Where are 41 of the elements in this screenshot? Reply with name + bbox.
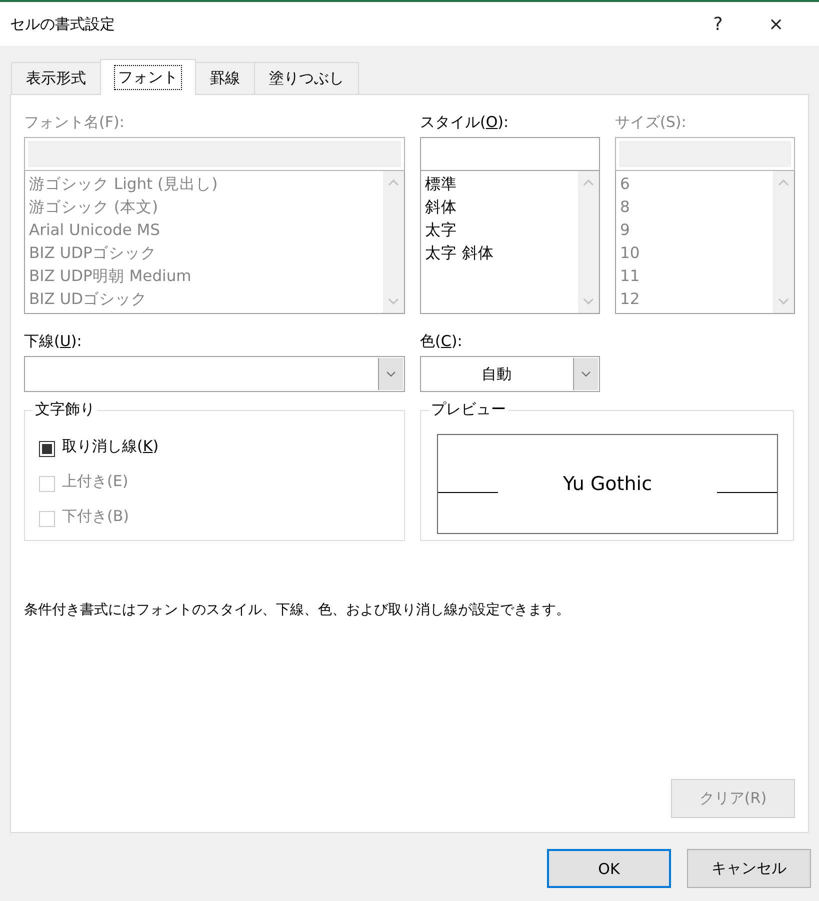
list-item[interactable]: 太字 斜体 <box>425 242 574 265</box>
scroll-up-icon[interactable] <box>778 179 789 186</box>
tab[interactable]: フォント <box>100 59 196 95</box>
list-item[interactable]: 斜体 <box>425 196 574 219</box>
scrollbar[interactable] <box>383 171 404 313</box>
checkbox-label: 取り消し線(K) <box>62 436 159 456</box>
field-label: 色(C): <box>420 332 464 352</box>
field-label: フォント名(F): <box>24 113 126 133</box>
scroll-down-icon[interactable] <box>388 298 399 305</box>
scroll-up-icon[interactable] <box>388 179 399 186</box>
checkbox[interactable] <box>39 440 55 456</box>
group-title: プレビュー <box>429 400 508 419</box>
checkbox-label: 上付き(E) <box>62 472 128 492</box>
checkbox-label: 下付き(B) <box>62 506 129 526</box>
underline-dropdown[interactable] <box>24 356 405 392</box>
scroll-down-icon[interactable] <box>778 298 789 305</box>
help-button[interactable]: ? <box>703 14 733 34</box>
note-text: 条件付き書式にはフォントのスタイル、下線、色、および取り消し線が設定できます。 <box>24 601 571 619</box>
field-label: 下線(U): <box>24 332 83 352</box>
input-field[interactable] <box>615 137 795 171</box>
close-button[interactable]: × <box>761 14 791 34</box>
list-item[interactable]: 標準 <box>425 173 574 196</box>
input-field[interactable] <box>24 137 405 171</box>
cancel-button[interactable]: キャンセル <box>687 849 811 888</box>
scroll-down-icon[interactable] <box>583 298 594 305</box>
ok-button[interactable]: OK <box>547 849 671 888</box>
field-label: サイズ(S): <box>615 113 688 133</box>
scroll-up-icon[interactable] <box>583 179 594 186</box>
caret-icon <box>581 371 591 377</box>
scrollbar[interactable] <box>773 171 794 313</box>
list-item[interactable]: 太字 <box>425 219 574 242</box>
tab[interactable]: 塗りつぶし <box>254 62 359 94</box>
input-field[interactable] <box>420 137 600 171</box>
tab[interactable]: 表示形式 <box>11 62 101 94</box>
caret-icon <box>386 371 396 377</box>
window-title: セルの書式設定 <box>10 14 116 34</box>
field-label: スタイル(O): <box>420 113 510 133</box>
scrollbar[interactable] <box>578 171 599 313</box>
preview-text: Yu Gothic <box>562 473 654 495</box>
color-dropdown[interactable]: 自動 <box>420 356 600 392</box>
group-title: 文字飾り <box>33 400 97 419</box>
